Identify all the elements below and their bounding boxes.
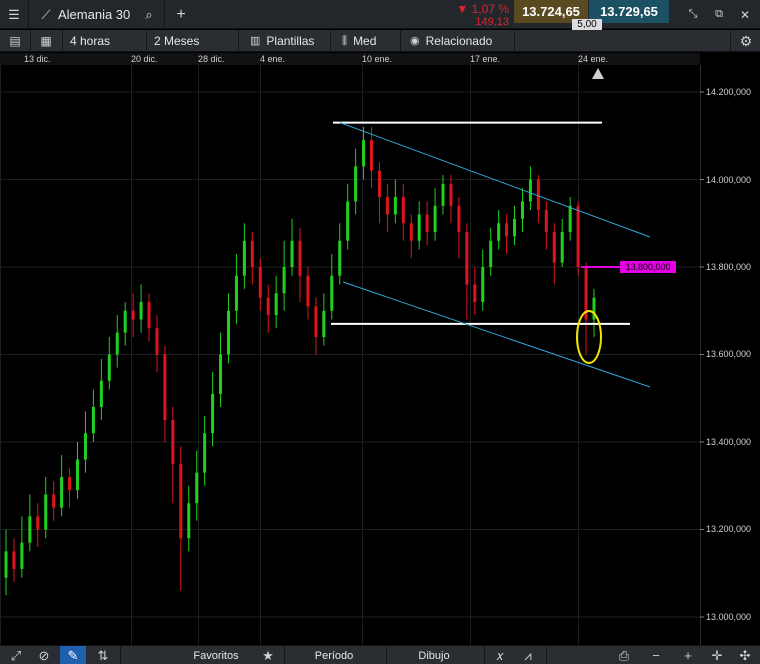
channel-lower-line	[342, 281, 651, 388]
crosshair-icon[interactable]: ⤢	[4, 646, 28, 664]
candle-body	[560, 232, 564, 263]
candle-body	[107, 354, 111, 381]
candle-body	[242, 240, 246, 276]
sort-icon[interactable]: ⇅	[90, 646, 116, 664]
price-chart[interactable]	[0, 0, 760, 664]
candle-body	[425, 214, 429, 232]
candle-body	[44, 494, 48, 530]
candle-body	[258, 267, 262, 298]
candle-body	[481, 267, 485, 302]
zoom-in-icon[interactable]: +	[676, 646, 700, 664]
candle-body	[409, 223, 413, 241]
candle-body	[91, 407, 95, 434]
print-icon[interactable]: ⎙	[612, 646, 636, 664]
candle-body	[544, 210, 548, 232]
candle-body	[441, 183, 445, 206]
candle-body	[250, 240, 254, 267]
favorites-button[interactable]: Favoritos	[178, 646, 254, 664]
favorites-label: Favoritos	[193, 649, 239, 662]
reset-zoom-icon[interactable]: ✣	[734, 646, 756, 664]
candle-body	[457, 205, 461, 232]
candle-body	[370, 140, 374, 171]
candle-body	[568, 205, 572, 232]
candle-body	[68, 477, 72, 491]
candle-body	[163, 354, 167, 421]
price-level-flag[interactable]: 13.800,000	[620, 261, 676, 273]
candle-body	[203, 433, 207, 473]
candle-body	[211, 393, 215, 434]
pencil-icon[interactable]: ✎	[60, 646, 86, 664]
candle-body	[115, 332, 119, 355]
candle-body	[4, 551, 8, 578]
candle-body	[20, 542, 24, 569]
candle-body	[274, 293, 278, 316]
candle-body	[592, 297, 596, 320]
chart-indicator-icon[interactable]: ⩘	[516, 646, 540, 664]
candle-body	[528, 179, 532, 202]
candle-body	[60, 477, 64, 508]
candle-body	[473, 284, 477, 302]
candle-body	[83, 433, 87, 460]
candle-body	[195, 472, 199, 504]
candle-body	[12, 551, 16, 569]
period-label: Período	[314, 649, 354, 662]
candle-body	[28, 516, 32, 543]
indicator-fx-icon[interactable]: 𝑥	[488, 646, 512, 664]
highlight-ellipse	[576, 310, 602, 364]
candle-body	[330, 275, 334, 311]
candle-body	[179, 463, 183, 539]
zoom-out-icon[interactable]: −	[644, 646, 668, 664]
candle-body	[393, 197, 397, 215]
candle-body	[536, 179, 540, 211]
candle-body	[314, 306, 318, 337]
candle-body	[417, 214, 421, 241]
candle-body	[282, 267, 286, 294]
crosshair-add-icon[interactable]: ✛	[706, 646, 728, 664]
candle-body	[131, 310, 135, 320]
candle-body	[187, 503, 191, 539]
candle-body	[449, 183, 453, 206]
drawing-button[interactable]: Dibujo	[398, 646, 470, 664]
candle-body	[401, 197, 405, 224]
candle-body	[139, 302, 143, 320]
candle-body	[322, 310, 326, 337]
candle-body	[76, 459, 80, 491]
star-icon[interactable]: ★	[256, 646, 280, 664]
candle-body	[290, 240, 294, 267]
candle-body	[513, 218, 517, 237]
no-draw-icon[interactable]: ⊘	[32, 646, 56, 664]
candle-body	[354, 166, 358, 202]
candle-body	[520, 201, 524, 219]
candle-body	[489, 240, 493, 267]
candle-body	[226, 310, 230, 355]
candle-body	[576, 205, 580, 267]
candle-body	[123, 310, 127, 333]
candle-body	[346, 201, 350, 241]
candle-body	[505, 223, 509, 237]
candle-body	[155, 328, 159, 355]
candle-body	[338, 240, 342, 276]
candle-body	[306, 275, 310, 307]
current-bar-marker	[592, 68, 604, 79]
candle-body	[552, 232, 556, 263]
bottom-toolbar: ⤢ ⊘ ✎ ⇅ Favoritos ★ Período Dibujo 𝑥 ⩘ ⎙…	[0, 645, 760, 664]
candle-body	[171, 420, 175, 464]
candle-body	[497, 223, 501, 241]
candle-body	[99, 380, 103, 407]
candle-body	[385, 197, 389, 215]
candle-body	[219, 354, 223, 394]
candle-body	[465, 232, 469, 285]
candle-body	[362, 140, 366, 167]
candle-body	[52, 494, 56, 508]
candle-body	[234, 275, 238, 311]
candle-body	[147, 302, 151, 329]
candle-body	[36, 516, 40, 530]
drawing-label: Dibujo	[418, 649, 450, 662]
candle-body	[433, 205, 437, 232]
candle-body	[266, 297, 270, 316]
period-button[interactable]: Período	[296, 646, 372, 664]
candle-body	[377, 170, 381, 197]
candle-body	[298, 240, 302, 276]
